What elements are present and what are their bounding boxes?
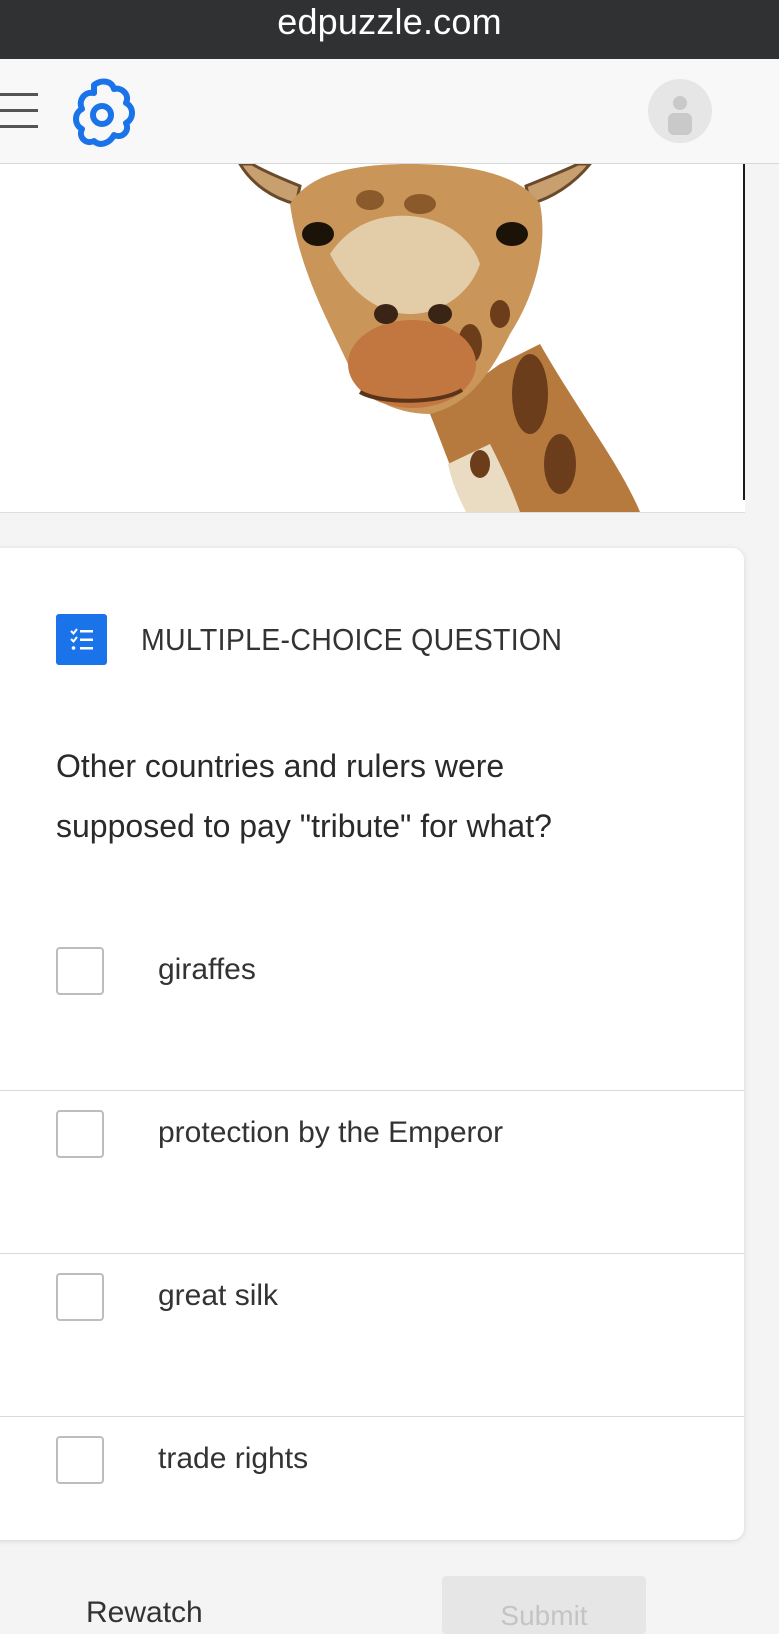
edpuzzle-logo-icon[interactable]	[72, 77, 136, 149]
url-domain: edpuzzle.com	[277, 0, 502, 42]
checklist-icon	[56, 614, 107, 665]
app-header	[0, 59, 779, 164]
answer-checkbox[interactable]	[56, 1273, 104, 1321]
answer-option[interactable]: trade rights	[0, 1416, 744, 1579]
answer-checkbox[interactable]	[56, 947, 104, 995]
hamburger-menu-icon[interactable]	[0, 93, 38, 133]
answer-option[interactable]: giraffes	[0, 928, 744, 1090]
answer-label: great silk	[158, 1279, 279, 1312]
answer-options: giraffes protection by the Emperor great…	[0, 928, 744, 1579]
video-player[interactable]	[0, 164, 745, 513]
submit-button[interactable]: Submit	[442, 1576, 646, 1634]
answer-label: giraffes	[158, 953, 256, 986]
answer-option[interactable]: great silk	[0, 1253, 744, 1416]
answer-checkbox[interactable]	[56, 1436, 104, 1484]
question-type: MULTIPLE-CHOICE QUESTION	[56, 614, 599, 665]
answer-option[interactable]: protection by the Emperor	[0, 1090, 744, 1253]
question-prompt-line-1: Other countries and rulers were	[56, 748, 505, 784]
answer-label: protection by the Emperor	[158, 1116, 504, 1149]
giraffe-video-frame	[238, 164, 640, 512]
question-type-label: MULTIPLE-CHOICE QUESTION	[141, 621, 563, 657]
video-right-border	[743, 164, 745, 500]
question-prompt-line-2: supposed to pay "tribute" for what?	[56, 808, 552, 844]
answer-label: trade rights	[158, 1442, 309, 1475]
answer-checkbox[interactable]	[56, 1110, 104, 1158]
question-prompt: Other countries and rulers were supposed…	[56, 736, 696, 856]
browser-url-bar[interactable]: edpuzzle.com	[0, 0, 779, 59]
question-card: MULTIPLE-CHOICE QUESTION Other countries…	[0, 548, 744, 1540]
user-avatar-icon[interactable]	[648, 79, 712, 143]
rewatch-button[interactable]: Rewatch	[86, 1596, 203, 1630]
